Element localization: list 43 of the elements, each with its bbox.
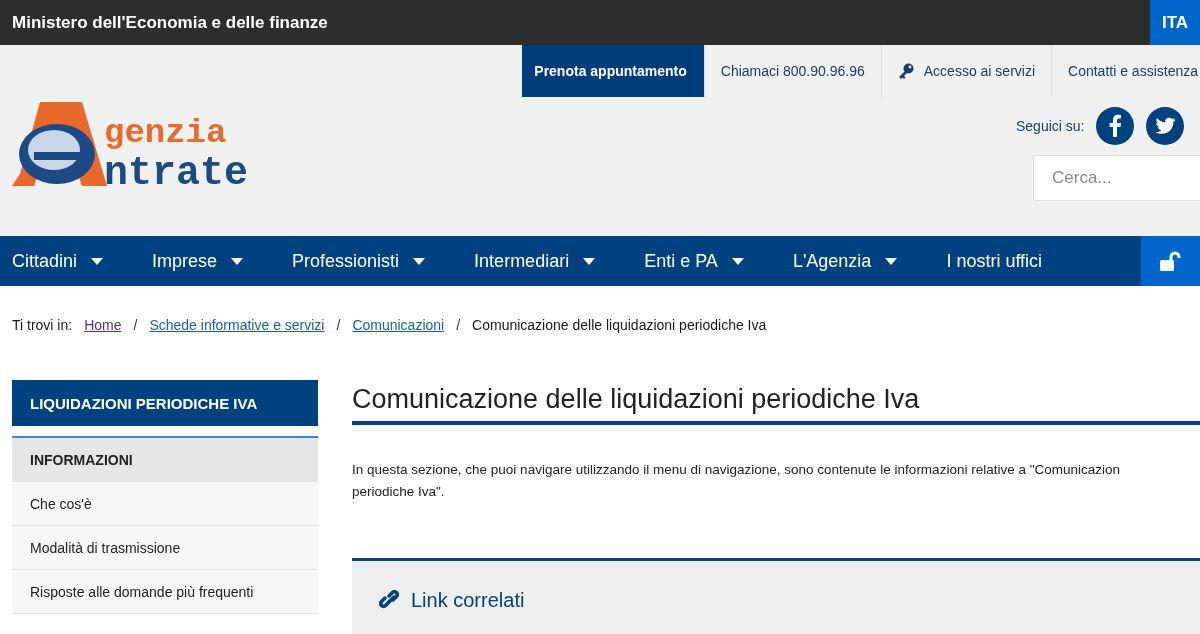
- breadcrumb-current: Comunicazione delle liquidazioni periodiche Iva: [472, 317, 767, 333]
- related-links-title: Link correlati: [411, 589, 525, 612]
- ministry-title: Ministero dell'Economia e delle finanze: [11, 12, 328, 33]
- nav-item[interactable]: I nostri uffici: [934, 236, 1055, 286]
- social-label: Seguici su:: [1016, 118, 1085, 134]
- breadcrumb-link[interactable]: Comunicazioni: [352, 317, 445, 333]
- breadcrumb-separator: /: [456, 317, 461, 333]
- nav-item[interactable]: Imprese: [140, 236, 256, 286]
- sidebar-item[interactable]: Risposte alle domande più frequenti: [12, 570, 318, 614]
- nav-item[interactable]: Cittadini: [0, 236, 116, 286]
- breadcrumb-label: Ti trovi in:: [12, 317, 73, 333]
- caret-icon: [413, 257, 426, 265]
- nav-item[interactable]: L'Agenzia: [780, 236, 910, 286]
- caret-icon: [231, 257, 244, 265]
- sidebar-item[interactable]: Modalità di trasmissione: [12, 526, 318, 570]
- caret-icon: [91, 257, 104, 265]
- sidebar-item[interactable]: Che cos'è: [12, 482, 318, 526]
- sidebar-title: LIQUIDAZIONI PERIODICHE IVA: [12, 380, 318, 426]
- caret-icon: [885, 257, 898, 265]
- nav-item[interactable]: Professionisti: [280, 236, 438, 286]
- appointment-button[interactable]: Prenota appuntamento: [522, 45, 704, 97]
- breadcrumb-link[interactable]: Home: [84, 317, 122, 333]
- nav-item[interactable]: Intermediari: [462, 236, 608, 286]
- breadcrumb-separator: /: [133, 317, 138, 333]
- key-icon: [897, 63, 914, 79]
- sidebar-item[interactable]: INFORMAZIONI: [12, 438, 318, 482]
- utility-link[interactable]: Chiamaci 800.90.96.96: [703, 45, 881, 97]
- page-title: Comunicazione delle liquidazioni periodiche Iva: [352, 380, 1200, 425]
- utility-link[interactable]: Contatti e assistenza: [1051, 45, 1200, 97]
- search-field[interactable]: Cerca...: [1033, 155, 1200, 201]
- facebook-icon[interactable]: [1096, 107, 1135, 145]
- breadcrumb-link[interactable]: Schede informative e servizi: [149, 317, 325, 333]
- breadcrumb-separator: /: [336, 317, 341, 333]
- utility-link[interactable]: Accesso ai servizi: [880, 45, 1052, 97]
- caret-icon: [731, 257, 744, 265]
- twitter-icon[interactable]: [1146, 107, 1185, 145]
- logo-drawing: genzia ntrate: [12, 101, 302, 188]
- intro-paragraph: In questa sezione, che puoi navigare utilizzando il menu di navigazione, sono contenute le informazioni relative a "Comunicazion periodiche Iva".: [352, 461, 1121, 501]
- language-button[interactable]: ITA: [1150, 0, 1200, 45]
- nav-item[interactable]: Enti e PA: [632, 236, 756, 286]
- lock-icon: [1159, 251, 1182, 271]
- login-button[interactable]: [1141, 236, 1200, 286]
- caret-icon: [583, 257, 596, 265]
